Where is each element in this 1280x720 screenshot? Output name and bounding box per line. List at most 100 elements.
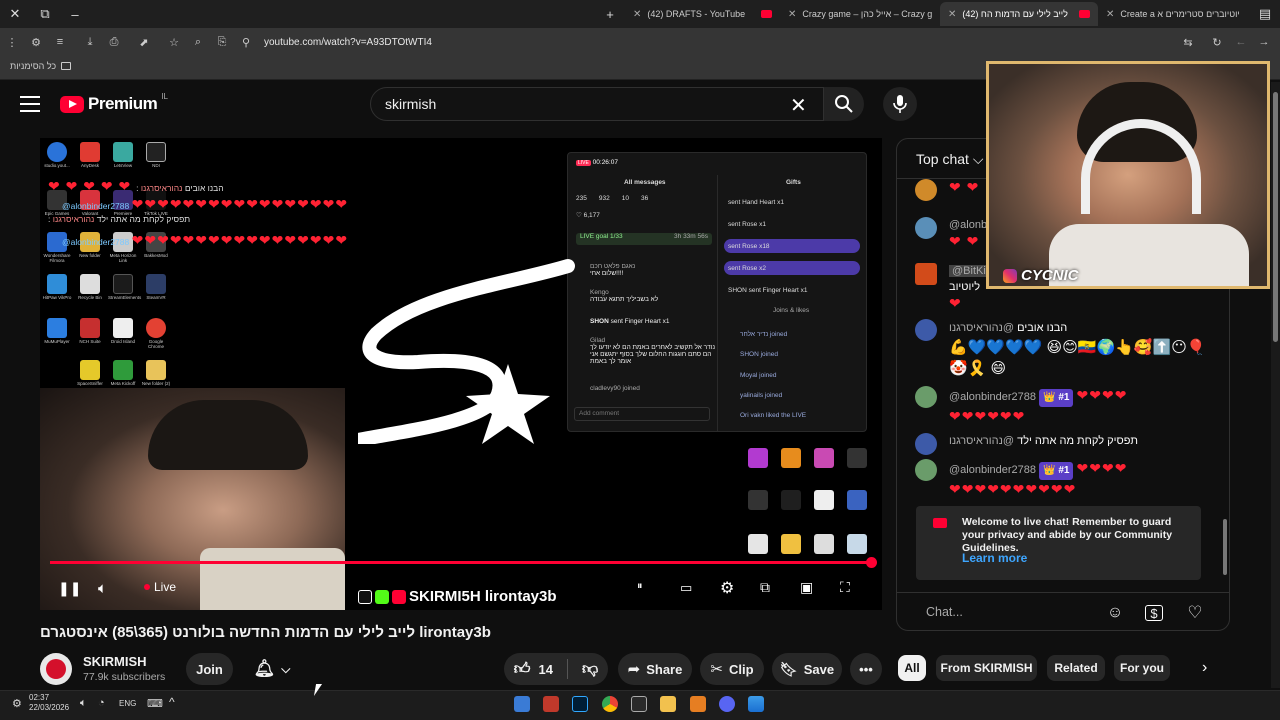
chevron-up-icon[interactable]: ^ [169, 695, 175, 709]
join-button[interactable]: Join [186, 653, 233, 685]
chip-related[interactable]: Related [1047, 655, 1105, 681]
clip-button[interactable]: ✂ Clip [700, 653, 764, 685]
menu-icon[interactable] [20, 96, 40, 112]
print-icon[interactable]: ⎙ [102, 28, 126, 56]
tab-live-video[interactable]: ✕ (42) לייב לילי עם הדמות הח [940, 2, 1098, 26]
close-window-icon[interactable]: ✕ [0, 0, 30, 28]
close-tab-icon[interactable]: ✕ [633, 9, 641, 20]
keyboard-icon[interactable]: ⌨ [147, 697, 163, 710]
top-chat-dropdown[interactable]: Top chat ⌵ [916, 151, 983, 168]
search-input[interactable]: skirmish [370, 87, 824, 121]
site-info-icon[interactable]: ⚲ [234, 28, 258, 56]
bell-icon: 🔔︎ [253, 659, 276, 678]
taskbar-clock[interactable]: 02:37 22/03/2026 [29, 693, 69, 713]
wifi-icon[interactable]: ◔ [98, 697, 105, 709]
save-button[interactable]: 🔖︎ Save [772, 653, 842, 685]
chip-from-channel[interactable]: From SKIRMISH [936, 655, 1037, 681]
extension-icon[interactable]: ⚙ [24, 28, 48, 56]
share-button[interactable]: ➦ Share [618, 653, 692, 685]
fullscreen-icon[interactable]: ⛶ [840, 579, 850, 596]
youtube-premium-logo[interactable]: Premium IL [60, 92, 168, 114]
menu-dots-icon[interactable]: ⋮ [0, 28, 24, 56]
close-tab-icon[interactable]: ✕ [948, 9, 956, 20]
subtitles-icon[interactable]: ▭ [680, 580, 692, 596]
learn-more-link[interactable]: Learn more [962, 551, 1027, 565]
page-scrollbar[interactable] [1271, 82, 1280, 688]
miniplayer-icon[interactable]: ⧉ [760, 579, 770, 596]
file-explorer-icon[interactable] [660, 696, 676, 712]
minimize-window-icon[interactable]: – [60, 0, 90, 28]
cast-icon[interactable]: ▣ [800, 579, 813, 596]
network-icon[interactable]: ⚙ [12, 697, 22, 710]
close-tab-icon[interactable]: ✕ [1106, 9, 1114, 20]
share-page-icon[interactable]: ⬈ [132, 28, 156, 56]
autoplay-toggle[interactable]: ⏸ [637, 580, 643, 593]
channel-avatar[interactable] [40, 653, 72, 685]
volume-icon[interactable]: 🔈︎ [98, 580, 107, 597]
join-row: Moyal joined [740, 372, 777, 379]
tiktok-message: cladlevy90 joined [590, 385, 640, 392]
progress-bar[interactable] [50, 561, 875, 564]
dislike-button[interactable]: 👎︎ [582, 660, 598, 679]
chip-all[interactable]: All [898, 655, 926, 681]
voice-search-button[interactable] [883, 87, 917, 121]
tab-create[interactable]: ✕ Create a יוטיוברים סטרימרים א [1098, 2, 1248, 26]
tab-drafts[interactable]: ✕ (42) DRAFTS - YouTube [625, 2, 780, 26]
chrome-icon[interactable] [602, 696, 618, 712]
settings-gear-icon[interactable]: ⚙ [720, 578, 734, 598]
bookmark-star-icon[interactable]: ☆ [162, 28, 186, 56]
forward-icon[interactable]: → [1252, 28, 1276, 56]
chat-input[interactable]: Chat... [926, 605, 963, 619]
emoji-icon[interactable]: ☺ [1105, 603, 1125, 623]
chevron-right-icon[interactable]: › [1202, 659, 1207, 677]
tab-search-icon[interactable]: ▤ [1250, 0, 1280, 28]
skirmish-logo-icon [358, 259, 575, 444]
discord-icon[interactable] [719, 696, 735, 712]
desktop-icon: Meta Kickoff [108, 360, 138, 387]
streamer-webcam [986, 61, 1270, 289]
subscription-bell-button[interactable]: 🔔︎ ⌵ [243, 653, 301, 685]
restore-window-icon[interactable]: ⧉ [30, 0, 60, 28]
scrubber-handle[interactable] [866, 557, 877, 568]
chat-scrollbar[interactable] [1223, 519, 1227, 575]
new-tab-icon[interactable]: + [595, 0, 625, 28]
youtube-favicon-icon [1079, 10, 1090, 18]
chip-for-you[interactable]: For you [1114, 655, 1170, 681]
video-player[interactable]: studio.yout... AnyDesk LetsView NDI Epic… [40, 138, 882, 610]
back-icon[interactable]: ← [1229, 28, 1253, 56]
language-indicator[interactable]: ENG [119, 699, 136, 708]
pause-button[interactable]: ❚❚ [58, 580, 81, 597]
youtube-logo-icon [933, 518, 947, 528]
photoshop-icon[interactable] [572, 696, 588, 712]
tab-crazy-game[interactable]: ✕ Crazy game – אייל כהן – Crazy g [780, 2, 940, 26]
translate-icon[interactable]: ⎘ [210, 28, 234, 56]
windows-start-icon[interactable] [748, 696, 764, 712]
chevron-down-icon: ⌵ [281, 661, 291, 676]
taskbar-app-icon[interactable] [543, 696, 559, 712]
live-indicator[interactable]: Live [144, 580, 176, 594]
close-tab-icon[interactable]: ✕ [788, 9, 796, 20]
channel-name[interactable]: SKIRMISH [83, 654, 147, 669]
join-row: נדיר אלחר joined [740, 331, 788, 338]
chevron-down-icon: ⌵ [972, 151, 984, 167]
sidebar-icon[interactable]: ⇆ [1176, 28, 1200, 56]
like-button[interactable]: 👍︎ 14 [514, 660, 553, 679]
download-icon[interactable]: ⤓ [78, 28, 102, 56]
speaker-icon[interactable]: 🔈︎ [80, 697, 87, 710]
more-actions-button[interactable]: ••• [850, 653, 882, 685]
clear-search-icon[interactable]: ✕ [790, 93, 807, 118]
url-text[interactable]: youtube.com/watch?v=A93DTOtWTI4 [264, 37, 432, 48]
facecam-shirt [200, 548, 345, 610]
heart-icon[interactable]: ♡ [1185, 603, 1205, 623]
super-chat-icon[interactable]: $ [1145, 605, 1163, 621]
search-button[interactable] [824, 87, 864, 121]
gift-row: sent Hand Heart x1 [728, 198, 785, 206]
reload-icon[interactable]: ↻ [1205, 28, 1229, 56]
epic-games-icon[interactable] [631, 696, 647, 712]
taskbar-app-icon[interactable] [514, 696, 530, 712]
zoom-icon[interactable]: ⌕ [186, 28, 210, 56]
all-bookmarks[interactable]: כל הסימניות [10, 61, 72, 71]
taskbar-app-icon[interactable] [690, 696, 706, 712]
reading-list-icon[interactable]: ≡ [48, 28, 72, 56]
avatar [915, 319, 937, 341]
